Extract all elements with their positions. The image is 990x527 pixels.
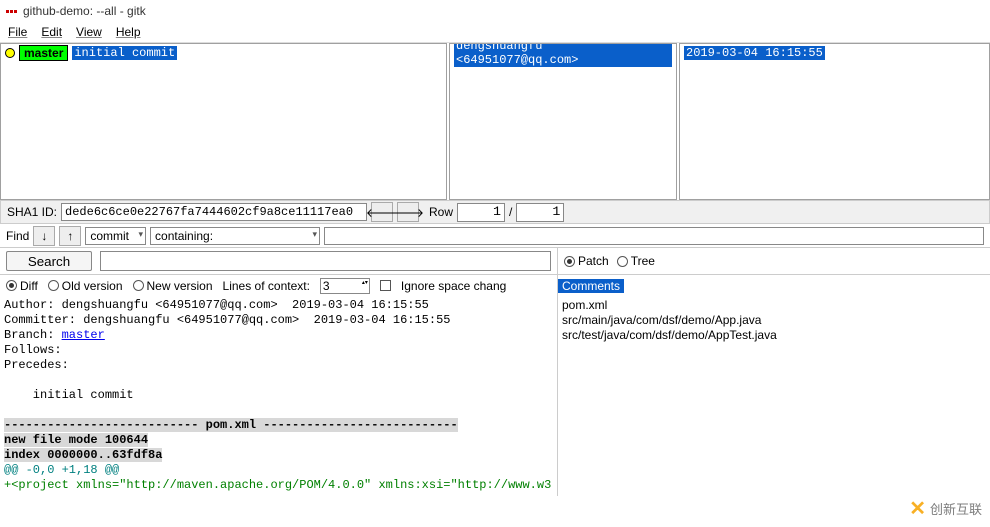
commit-list[interactable]: master initial commit [0, 43, 447, 200]
find-prev-button[interactable]: ↑ [59, 226, 81, 246]
file-item[interactable]: src/test/java/com/dsf/demo/AppTest.java [562, 328, 986, 343]
options-bar: Diff Old version New version Lines of co… [0, 274, 990, 296]
menu-view[interactable]: View [76, 25, 102, 39]
file-item[interactable]: src/main/java/com/dsf/demo/App.java [562, 313, 986, 328]
lines-label: Lines of context: [223, 279, 310, 293]
find-next-button[interactable]: ↓ [33, 226, 55, 246]
author-list[interactable]: dengshuangfu <64951077@qq.com> [449, 43, 677, 200]
find-bar: Find ↓ ↑ commit containing: [0, 224, 990, 248]
branch-tag: master [19, 45, 68, 61]
old-version-radio[interactable]: Old version [48, 279, 123, 293]
ignore-space-label: Ignore space chang [401, 279, 506, 293]
app-icon [6, 10, 17, 13]
commit-author: dengshuangfu <64951077@qq.com> [454, 43, 672, 67]
patch-radio[interactable]: Patch [564, 254, 609, 268]
titlebar: github-demo: --all - gitk [0, 0, 990, 22]
tree-radio[interactable]: Tree [617, 254, 655, 268]
find-mode-select[interactable]: commit [85, 227, 146, 245]
row-label: Row [429, 205, 453, 219]
sha-bar: SHA1 ID: 🡐 🡒 Row / [0, 200, 990, 224]
nav-forward-button[interactable]: 🡒 [397, 202, 419, 222]
search-input[interactable] [100, 251, 551, 271]
find-label: Find [6, 229, 29, 243]
watermark-text: 创新互联 [930, 499, 982, 518]
lines-spinner[interactable]: 3 [320, 278, 370, 294]
window-title: github-demo: --all - gitk [23, 4, 146, 18]
commit-node-icon [5, 48, 15, 58]
menubar: File Edit View Help [0, 22, 990, 42]
branch-link[interactable]: master [62, 328, 105, 342]
search-bar: Search Patch Tree [0, 248, 990, 274]
ignore-space-checkbox[interactable] [380, 280, 391, 291]
row-total [516, 203, 564, 222]
new-version-radio[interactable]: New version [133, 279, 213, 293]
commit-row[interactable]: master initial commit [1, 44, 446, 62]
sha-label: SHA1 ID: [7, 205, 57, 219]
row-sep: / [509, 205, 512, 219]
diff-radio[interactable]: Diff [6, 279, 38, 293]
comments-header[interactable]: Comments [558, 279, 624, 293]
sha-input[interactable] [61, 203, 367, 221]
commit-subject: initial commit [72, 46, 177, 60]
row-current[interactable] [457, 203, 505, 222]
content-panel: Author: dengshuangfu <64951077@qq.com> 2… [0, 296, 990, 496]
history-panel: master initial commit dengshuangfu <6495… [0, 42, 990, 200]
search-button[interactable]: Search [6, 251, 92, 271]
watermark-icon: ✕ [909, 496, 926, 521]
file-list[interactable]: pom.xml src/main/java/com/dsf/demo/App.j… [558, 296, 990, 496]
menu-file[interactable]: File [8, 25, 27, 39]
nav-back-button[interactable]: 🡐 [371, 202, 393, 222]
diff-view[interactable]: Author: dengshuangfu <64951077@qq.com> 2… [0, 296, 558, 496]
date-list[interactable]: 2019-03-04 16:15:55 [679, 43, 990, 200]
find-scope-select[interactable]: containing: [150, 227, 320, 245]
watermark: ✕ 创新互联 [909, 496, 982, 521]
menu-edit[interactable]: Edit [41, 25, 62, 39]
menu-help[interactable]: Help [116, 25, 141, 39]
file-item[interactable]: pom.xml [562, 298, 986, 313]
commit-date: 2019-03-04 16:15:55 [684, 46, 825, 60]
find-input[interactable] [324, 227, 984, 245]
